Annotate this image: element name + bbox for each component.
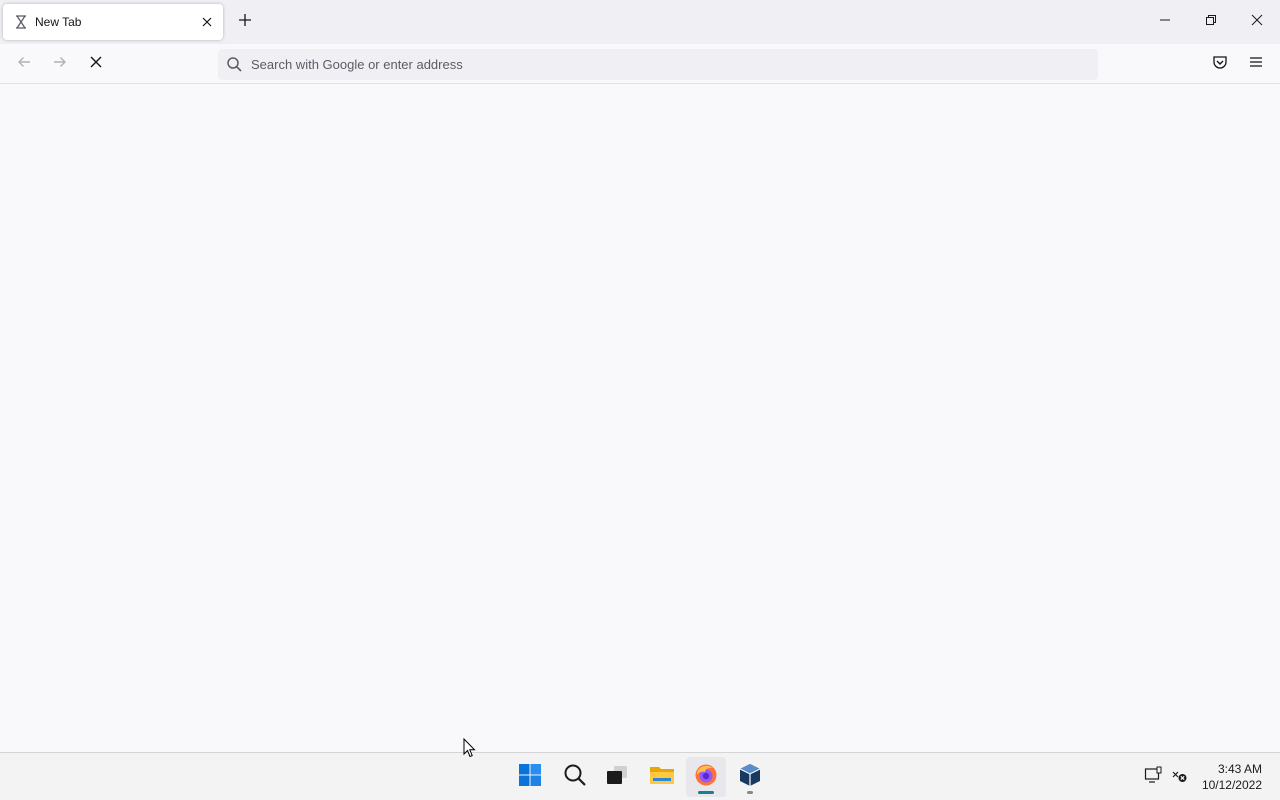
navigation-toolbar: [0, 44, 1280, 84]
virtualbox-taskbar-button[interactable]: [730, 757, 770, 797]
new-tab-button[interactable]: [233, 10, 257, 34]
address-input[interactable]: [251, 49, 1081, 80]
virtualbox-icon: [738, 763, 762, 792]
network-tray-button[interactable]: [1169, 767, 1189, 787]
windows-logo-icon: [518, 763, 542, 792]
pocket-icon: [1212, 54, 1228, 75]
start-button[interactable]: [510, 757, 550, 797]
address-bar[interactable]: [218, 49, 1098, 80]
back-button[interactable]: [10, 50, 38, 78]
network-disconnected-icon: [1170, 766, 1188, 789]
taskbar-search-button[interactable]: [555, 757, 595, 797]
tab-strip: New Tab: [0, 0, 1280, 44]
search-icon: [563, 763, 587, 792]
browser-window: New Tab: [0, 0, 1280, 752]
restore-icon: [1205, 13, 1217, 31]
taskbar: 3:43 AM 10/12/2022: [0, 752, 1280, 800]
firefox-taskbar-button[interactable]: [686, 757, 726, 797]
search-icon: [226, 56, 243, 73]
minimize-button[interactable]: [1142, 0, 1188, 44]
arrow-left-icon: [16, 54, 32, 75]
task-view-icon: [605, 763, 629, 792]
pocket-button[interactable]: [1206, 50, 1234, 78]
page-content[interactable]: [0, 85, 1280, 752]
tab-close-icon[interactable]: [197, 12, 217, 32]
arrow-right-icon: [52, 54, 68, 75]
stop-x-icon: [89, 55, 103, 74]
plus-icon: [238, 13, 252, 32]
close-window-button[interactable]: [1234, 0, 1280, 44]
file-explorer-button[interactable]: [642, 757, 682, 797]
display-icon: [1144, 766, 1162, 789]
restore-button[interactable]: [1188, 0, 1234, 44]
hamburger-menu-icon: [1249, 55, 1263, 74]
stop-button[interactable]: [82, 50, 110, 78]
firefox-icon: [694, 763, 718, 792]
hourglass-loading-icon: [13, 14, 29, 30]
clock-time: 3:43 AM: [1217, 762, 1262, 776]
forward-button[interactable]: [46, 50, 74, 78]
mouse-cursor-icon: [463, 737, 477, 758]
folder-icon: [649, 763, 675, 792]
system-clock[interactable]: 3:43 AM 10/12/2022: [1202, 761, 1262, 793]
app-menu-button[interactable]: [1242, 50, 1270, 78]
running-indicator: [747, 791, 753, 794]
close-icon: [1251, 13, 1263, 31]
task-view-button[interactable]: [597, 757, 637, 797]
tab-new-tab[interactable]: New Tab: [3, 4, 223, 40]
clock-date: 10/12/2022: [1201, 778, 1262, 792]
active-indicator: [698, 791, 714, 794]
minimize-icon: [1159, 13, 1171, 31]
display-tray-button[interactable]: [1143, 766, 1163, 789]
tab-title: New Tab: [35, 15, 82, 29]
